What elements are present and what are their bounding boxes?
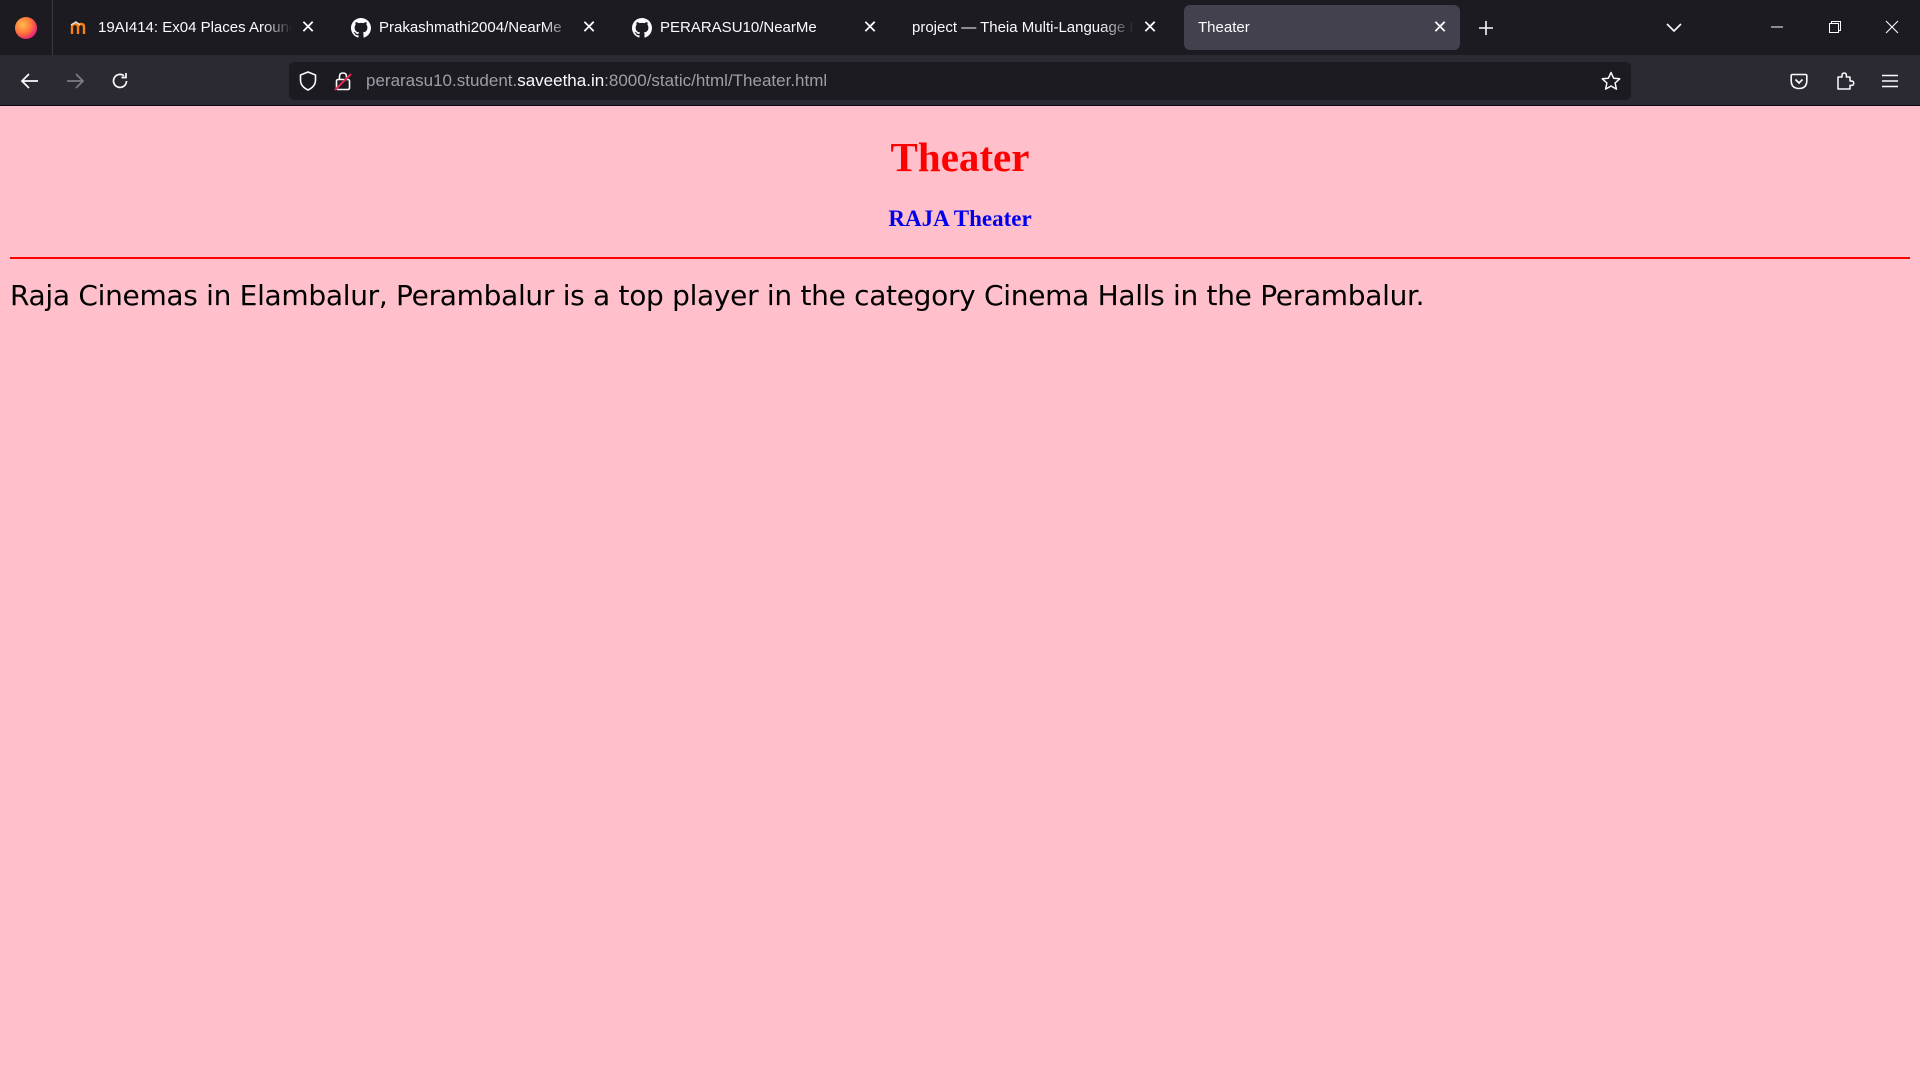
- close-icon[interactable]: ✕: [1430, 17, 1450, 38]
- tab-ex04-places[interactable]: 19AI414: Ex04 Places Around Me ✕: [56, 5, 328, 50]
- app-menu-button[interactable]: [1872, 63, 1908, 99]
- shield-icon[interactable]: [297, 70, 319, 92]
- page-title: Theater: [890, 134, 1030, 180]
- firefox-menu-button[interactable]: [0, 0, 53, 55]
- puzzle-piece-icon: [1837, 72, 1855, 90]
- minimize-icon: [1771, 26, 1783, 28]
- close-icon[interactable]: ✕: [860, 17, 880, 38]
- insecure-lock-icon[interactable]: [332, 70, 354, 92]
- moodle-icon: [70, 18, 90, 38]
- restore-icon: [1829, 21, 1841, 33]
- arrow-right-icon: [67, 73, 84, 89]
- back-button[interactable]: [12, 63, 48, 99]
- github-icon: [351, 17, 371, 38]
- tab-title: 19AI414: Ex04 Places Around Me: [98, 19, 292, 36]
- arrow-left-icon: [21, 73, 38, 89]
- tab-title: project — Theia Multi-Language Explorer: [912, 19, 1134, 36]
- github-icon: [632, 17, 652, 38]
- tab-theater[interactable]: Theater ✕: [1184, 5, 1460, 50]
- tab-title: Prakashmathi2004/NearMe: [379, 19, 562, 36]
- close-icon[interactable]: ✕: [1140, 17, 1160, 38]
- url-prefix: perarasu10.student.: [366, 71, 518, 90]
- firefox-logo-icon: [15, 16, 37, 39]
- extensions-button[interactable]: [1827, 63, 1863, 99]
- tab-prakashmathi-nearme[interactable]: Prakashmathi2004/NearMe ✕: [337, 5, 609, 50]
- tab-title: PERARASU10/NearMe: [660, 19, 817, 36]
- reload-icon: [112, 73, 128, 89]
- page-subtitle: RAJA Theater: [888, 206, 1032, 231]
- address-bar[interactable]: perarasu10.student. saveetha.in:8000/stat…: [289, 62, 1631, 100]
- tab-bar: 19AI414: Ex04 Places Around Me ✕ Prakash…: [0, 0, 1920, 55]
- close-window-button[interactable]: [1872, 8, 1912, 46]
- hamburger-menu-icon: [1882, 74, 1898, 88]
- theater-description: Raja Cinemas in Elambalur, Perambalur is…: [10, 279, 1425, 312]
- url-suffix: :8000/static/html/Theater.html: [604, 71, 828, 90]
- close-icon: [1885, 20, 1899, 34]
- url-host: saveetha.in: [517, 71, 605, 90]
- close-icon[interactable]: ✕: [298, 17, 318, 38]
- chevron-down-icon: [1666, 23, 1682, 33]
- pocket-icon: [1790, 73, 1808, 89]
- list-all-tabs-button[interactable]: [1658, 12, 1690, 44]
- pocket-button[interactable]: [1781, 63, 1817, 99]
- reload-button[interactable]: [102, 63, 138, 99]
- navigation-toolbar: perarasu10.student. saveetha.in:8000/stat…: [0, 55, 1920, 106]
- horizontal-rule: [10, 257, 1910, 259]
- tab-perarasu-nearme[interactable]: PERARASU10/NearMe ✕: [618, 5, 890, 50]
- bookmark-star-icon[interactable]: [1600, 70, 1622, 92]
- tab-theia-project[interactable]: project — Theia Multi-Language Explorer …: [898, 5, 1170, 50]
- restore-button[interactable]: [1815, 8, 1855, 46]
- new-tab-button[interactable]: [1470, 12, 1502, 44]
- minimize-button[interactable]: [1757, 8, 1797, 46]
- url-text[interactable]: perarasu10.student. saveetha.in:8000/stat…: [366, 62, 827, 100]
- close-icon[interactable]: ✕: [579, 17, 599, 38]
- forward-button[interactable]: [57, 63, 93, 99]
- plus-icon: [1479, 21, 1493, 35]
- page-content: Theater RAJA Theater Raja Cinemas in Ela…: [0, 107, 1920, 1080]
- tab-title: Theater: [1198, 19, 1250, 36]
